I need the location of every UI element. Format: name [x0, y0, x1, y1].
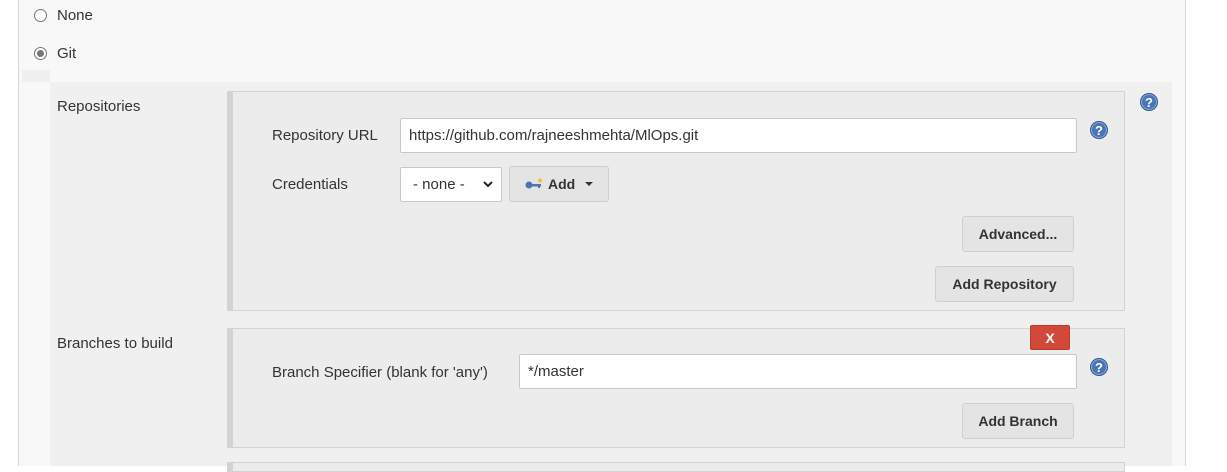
git-radio[interactable] — [34, 47, 47, 60]
branch-specifier-input[interactable]: */master — [519, 354, 1077, 389]
key-icon — [525, 178, 542, 189]
credentials-select-value: - none - — [413, 176, 465, 193]
repository-url-help-icon[interactable]: ? — [1090, 121, 1108, 139]
branch-specifier-label: Branch Specifier (blank for 'any') — [272, 364, 488, 381]
credentials-label: Credentials — [272, 176, 348, 193]
repositories-label: Repositories — [57, 98, 141, 115]
chevron-down-icon — [483, 181, 493, 188]
delete-branch-button[interactable]: X — [1030, 325, 1070, 350]
credentials-select[interactable]: - none - — [400, 167, 502, 202]
add-credentials-button[interactable]: Add — [509, 166, 609, 202]
caret-down-icon — [585, 182, 594, 186]
add-repository-button[interactable]: Add Repository — [935, 266, 1074, 302]
repository-url-label: Repository URL — [272, 127, 378, 144]
add-branch-button[interactable]: Add Branch — [962, 403, 1074, 439]
git-panel-connector — [22, 70, 50, 82]
advanced-button[interactable]: Advanced... — [962, 216, 1074, 252]
none-radio-label: None — [57, 7, 93, 24]
branches-label: Branches to build — [57, 335, 173, 352]
repositories-help-icon[interactable]: ? — [1140, 93, 1158, 111]
next-section-block — [227, 462, 1125, 472]
scm-option-none[interactable]: None — [34, 7, 93, 24]
repository-url-input[interactable]: https://github.com/rajneeshmehta/MlOps.g… — [400, 118, 1077, 153]
branch-specifier-help-icon[interactable]: ? — [1090, 358, 1108, 376]
scm-option-git[interactable]: Git — [34, 45, 76, 62]
none-radio[interactable] — [34, 9, 47, 22]
add-credentials-label: Add — [548, 176, 576, 192]
git-radio-label: Git — [57, 45, 77, 62]
